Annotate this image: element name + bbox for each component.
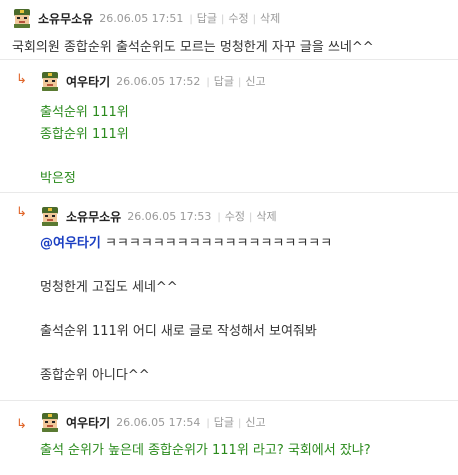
comment-author[interactable]: 소유무소유 (38, 10, 93, 27)
comment-date: 26.06.05 17:54 (116, 415, 201, 429)
edit-button[interactable]: 수정 (225, 210, 245, 223)
comment-text: 국회의원 종합순위 출석순위도 모르는 멍청한게 자꾸 글을 쓰네^^ (12, 40, 374, 55)
divider: | (252, 14, 257, 25)
report-button[interactable]: 신고 (245, 75, 265, 88)
comment-header: 소유무소유 26.06.05 17:53 | 수정 | 삭제 (40, 205, 458, 227)
reply-item: ↳ 소유무소유 26.06.05 17:53 | 수정 | 삭제 @여우타기 ㅋㅋㅋㅋ… (0, 193, 458, 401)
comment-author[interactable]: 여우타기 (66, 73, 110, 90)
reply-arrow-icon: ↳ (16, 417, 27, 432)
edit-button[interactable]: 수정 (228, 12, 248, 25)
reply-item: ↳ 여우타기 26.06.05 17:54 | 답글 | 신고 출석 순위가 높은데 … (0, 401, 458, 475)
comment-date: 26.06.05 17:52 (116, 74, 201, 88)
divider: | (189, 14, 193, 25)
comment-text-line: 박은정 (40, 171, 76, 186)
reply-item: ↳ 여우타기 26.06.05 17:52 | 답글 | 신고 출석순위 111위 종… (0, 60, 458, 193)
divider: | (237, 418, 242, 429)
divider: | (217, 212, 221, 223)
reply-button[interactable]: 답글 (214, 75, 234, 88)
mention-link[interactable]: @여우타기 (40, 236, 101, 251)
soldier-avatar-icon[interactable] (12, 8, 32, 28)
comment-date: 26.06.05 17:51 (99, 11, 184, 25)
reply-arrow-icon: ↳ (16, 72, 27, 87)
comment-header: 소유무소유 26.06.05 17:51 | 답글 | 수정 | 삭제 (12, 7, 458, 29)
reply-button[interactable]: 답글 (214, 416, 234, 429)
comment-text-line: 종합순위 111위 (40, 127, 129, 142)
soldier-avatar-icon[interactable] (40, 71, 60, 91)
reply-button[interactable]: 답글 (197, 12, 217, 25)
soldier-avatar-icon[interactable] (40, 206, 60, 226)
comment-date: 26.06.05 17:53 (127, 209, 212, 223)
divider: | (206, 418, 210, 429)
comment-text-line: 멍청한게 고집도 세네^^ (40, 280, 178, 295)
divider: | (221, 14, 225, 25)
comment-text-line: @여우타기 ㅋㅋㅋㅋㅋㅋㅋㅋㅋㅋㅋㅋㅋㅋㅋㅋㅋㅋㅋ (40, 233, 458, 255)
comment-item: 소유무소유 26.06.05 17:51 | 답글 | 수정 | 삭제 국회의원 종합순위… (0, 0, 458, 60)
comment-author[interactable]: 소유무소유 (66, 208, 121, 225)
reply-arrow-icon: ↳ (16, 205, 27, 220)
comment-text-line: 출석순위 111위 (40, 105, 129, 120)
comment-header: 여우타기 26.06.05 17:54 | 답글 | 신고 (40, 411, 458, 433)
soldier-avatar-icon[interactable] (40, 412, 60, 432)
mention-rest-text: ㅋㅋㅋㅋㅋㅋㅋㅋㅋㅋㅋㅋㅋㅋㅋㅋㅋㅋㅋ (100, 236, 333, 251)
divider: | (206, 77, 210, 88)
delete-button[interactable]: 삭제 (256, 210, 276, 223)
comment-text-line: 출석순위 111위 어디 새로 글로 작성해서 보여줘봐 (40, 324, 317, 339)
comment-header: 여우타기 26.06.05 17:52 | 답글 | 신고 (40, 70, 458, 92)
divider: | (249, 212, 253, 223)
delete-button[interactable]: 삭제 (260, 12, 280, 25)
comment-author[interactable]: 여우타기 (66, 414, 110, 431)
report-button[interactable]: 신고 (245, 416, 265, 429)
comment-text: 출석 순위가 높은데 종합순위가 111위 라고? 국회에서 잤냐? (40, 443, 371, 458)
comment-text-line: 종합순위 아니다^^ (40, 368, 150, 383)
divider: | (237, 77, 242, 88)
